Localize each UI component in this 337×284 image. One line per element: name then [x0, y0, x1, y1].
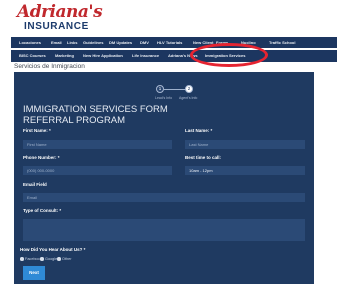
nav-item-traffic-school[interactable]: Traffic School	[269, 37, 295, 48]
step-1-indicator[interactable]: 1	[156, 85, 164, 93]
step-2-label: Agent's Info	[179, 96, 198, 100]
referral-label: How Did You Hear About Us? *	[20, 247, 86, 252]
form-title: IMMIGRATION SERVICES FORM REFERRAL PROGR…	[23, 104, 168, 126]
page-title: Servicios de Inmigracion	[14, 63, 85, 70]
nav-item-email[interactable]: Email	[51, 37, 62, 48]
radio-other-label: Other	[62, 257, 72, 261]
nav-item-marketing[interactable]: Marketing	[55, 50, 74, 62]
phone-label: Phone Number: *	[23, 155, 60, 160]
phone-placeholder: (000) 000-0000	[27, 168, 55, 173]
last-name-placeholder: Last Name	[189, 142, 209, 147]
next-button-label: Next	[29, 270, 39, 275]
first-name-input[interactable]: First Name	[23, 140, 172, 149]
highlight-annotation-ring	[190, 43, 268, 67]
radio-dot	[40, 257, 44, 261]
consult-label: Type of Consult: *	[23, 208, 62, 213]
last-name-input[interactable]: Last Name	[185, 140, 305, 149]
nav-item-hlv-tutorials[interactable]: HLV Tutorials	[157, 37, 182, 48]
radio-dot	[57, 257, 61, 261]
email-placeholder: Email	[27, 195, 38, 200]
stepper-connector	[164, 89, 186, 90]
site-header: Adriana's INSURANCE	[0, 0, 337, 36]
consult-textarea[interactable]	[23, 219, 305, 241]
nav-item-life-insurance[interactable]: Life Insurance	[132, 50, 159, 62]
first-name-placeholder: First Name	[27, 142, 47, 147]
primary-nav: Locaciones Email Links Guidelines DM Upd…	[11, 37, 337, 48]
email-input[interactable]: Email	[23, 193, 305, 202]
next-button[interactable]: Next	[23, 266, 45, 280]
nav-item-dmv[interactable]: DMV	[140, 37, 149, 48]
step-2-indicator[interactable]: 2	[185, 85, 193, 93]
nav-item-guidelines[interactable]: Guidelines	[83, 37, 103, 48]
secondary-nav: BISC Courses Marketing New Hire Applicat…	[11, 50, 337, 62]
best-time-select[interactable]: 10am - 12pm	[185, 166, 305, 175]
brand-logo[interactable]: Adriana's INSURANCE	[17, 3, 103, 35]
brand-script: Adriana's	[17, 2, 103, 22]
last-name-label: Last Name: *	[185, 128, 213, 133]
radio-google-label: Google	[45, 257, 58, 261]
nav-item-links[interactable]: Links	[67, 37, 77, 48]
nav-item-new-hire-application[interactable]: New Hire Application	[83, 50, 123, 62]
phone-input[interactable]: (000) 000-0000	[23, 166, 172, 175]
best-time-label: Best time to call:	[185, 155, 222, 160]
nav-item-dm-updates[interactable]: DM Updates	[109, 37, 132, 48]
first-name-label: First Name: *	[23, 128, 51, 133]
nav-item-bisc-courses[interactable]: BISC Courses	[19, 50, 46, 62]
step-1-label: Lead's Info	[155, 96, 173, 100]
radio-dot	[20, 257, 24, 261]
brand-wordmark: INSURANCE	[24, 21, 89, 32]
email-label: Email Field	[23, 182, 47, 187]
nav-item-locaciones[interactable]: Locaciones	[19, 37, 41, 48]
best-time-value: 10am - 12pm	[189, 168, 213, 173]
